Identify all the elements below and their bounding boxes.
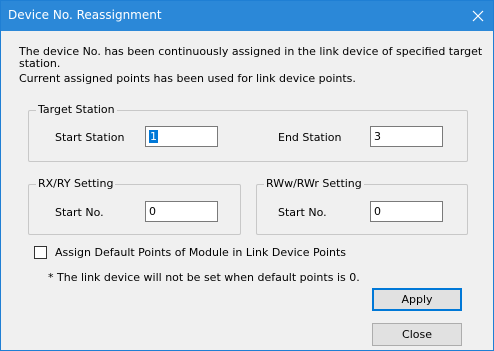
dialog-client-area: The device No. has been continuously ass…: [1, 31, 493, 350]
target-station-group: Target Station Start Station 1 End Stati…: [28, 104, 468, 162]
end-station-input[interactable]: 3: [370, 126, 443, 147]
description-line-1: The device No. has been continuously ass…: [19, 45, 483, 58]
target-station-legend: Target Station: [36, 103, 117, 116]
rwwrwr-setting-group: RWw/RWr Setting Start No. 0: [256, 178, 468, 235]
assign-default-points-label[interactable]: Assign Default Points of Module in Link …: [55, 247, 346, 259]
rwwrwr-setting-legend: RWw/RWr Setting: [264, 177, 364, 190]
rxry-setting-legend: RX/RY Setting: [36, 177, 116, 190]
apply-button[interactable]: Apply: [372, 288, 462, 311]
start-station-label: Start Station: [55, 131, 125, 144]
rwwrwr-start-no-label: Start No.: [278, 206, 327, 219]
rxry-start-no-label: Start No.: [55, 206, 104, 219]
description-line-2: station.: [19, 57, 61, 70]
rxry-setting-group: RX/RY Setting Start No. 0: [28, 178, 241, 235]
start-station-value: 1: [149, 130, 158, 143]
window-title: Device No. Reassignment: [8, 8, 162, 22]
close-icon: [472, 10, 484, 22]
description-line-3: Current assigned points has been used fo…: [19, 72, 356, 85]
rxry-start-no-input[interactable]: 0: [145, 201, 218, 222]
title-bar[interactable]: Device No. Reassignment: [1, 1, 493, 31]
rxry-start-no-value: 0: [149, 205, 156, 218]
end-station-value: 3: [374, 130, 381, 143]
close-button[interactable]: Close: [372, 323, 462, 346]
rwwrwr-start-no-value: 0: [374, 205, 381, 218]
end-station-label: End Station: [278, 131, 342, 144]
close-window-button[interactable]: [463, 1, 493, 31]
rwwrwr-start-no-input[interactable]: 0: [370, 201, 443, 222]
dialog-window: Device No. Reassignment The device No. h…: [0, 0, 494, 351]
start-station-input[interactable]: 1: [145, 126, 218, 147]
default-points-note: * The link device will not be set when d…: [48, 271, 360, 284]
assign-default-points-checkbox[interactable]: [34, 246, 47, 259]
